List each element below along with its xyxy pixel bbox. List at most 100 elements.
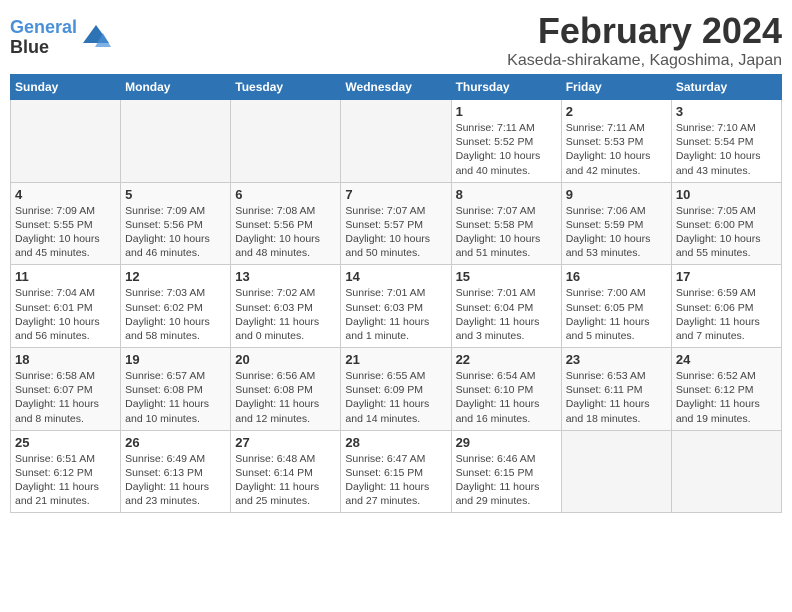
day-cell: 4 Sunrise: 7:09 AM Sunset: 5:55 PM Daylig… <box>11 182 121 265</box>
day-info: Sunrise: 7:09 AM Sunset: 5:55 PM Dayligh… <box>15 204 116 261</box>
day-cell <box>231 100 341 183</box>
day-info: Sunrise: 7:01 AM Sunset: 6:03 PM Dayligh… <box>345 286 446 343</box>
day-cell: 19 Sunrise: 6:57 AM Sunset: 6:08 PM Dayli… <box>121 348 231 431</box>
day-number: 20 <box>235 352 336 367</box>
day-number: 26 <box>125 435 226 450</box>
day-cell <box>11 100 121 183</box>
day-number: 12 <box>125 269 226 284</box>
day-cell: 14 Sunrise: 7:01 AM Sunset: 6:03 PM Dayli… <box>341 265 451 348</box>
day-info: Sunrise: 7:07 AM Sunset: 5:58 PM Dayligh… <box>456 204 557 261</box>
day-cell: 27Sunrise: 6:48 AM Sunset: 6:14 PM Dayli… <box>231 430 341 513</box>
header-cell-wednesday: Wednesday <box>341 75 451 100</box>
day-info: Sunrise: 7:06 AM Sunset: 5:59 PM Dayligh… <box>566 204 667 261</box>
day-number: 1 <box>456 104 557 119</box>
day-cell: 8 Sunrise: 7:07 AM Sunset: 5:58 PM Daylig… <box>451 182 561 265</box>
day-number: 4 <box>15 187 116 202</box>
day-info: Sunrise: 6:51 AM Sunset: 6:12 PM Dayligh… <box>15 452 116 509</box>
day-cell <box>561 430 671 513</box>
day-info: Sunrise: 7:05 AM Sunset: 6:00 PM Dayligh… <box>676 204 777 261</box>
day-number: 11 <box>15 269 116 284</box>
header-cell-tuesday: Tuesday <box>231 75 341 100</box>
day-cell: 1 Sunrise: 7:11 AM Sunset: 5:52 PM Daylig… <box>451 100 561 183</box>
day-info: Sunrise: 6:56 AM Sunset: 6:08 PM Dayligh… <box>235 369 336 426</box>
day-number: 10 <box>676 187 777 202</box>
day-info: Sunrise: 7:01 AM Sunset: 6:04 PM Dayligh… <box>456 286 557 343</box>
day-cell: 16 Sunrise: 7:00 AM Sunset: 6:05 PM Dayli… <box>561 265 671 348</box>
header-cell-friday: Friday <box>561 75 671 100</box>
day-cell <box>671 430 781 513</box>
day-info: Sunrise: 7:09 AM Sunset: 5:56 PM Dayligh… <box>125 204 226 261</box>
header-cell-sunday: Sunday <box>11 75 121 100</box>
day-info: Sunrise: 7:07 AM Sunset: 5:57 PM Dayligh… <box>345 204 446 261</box>
day-info: Sunrise: 7:11 AM Sunset: 5:52 PM Dayligh… <box>456 121 557 178</box>
day-cell: 10 Sunrise: 7:05 AM Sunset: 6:00 PM Dayli… <box>671 182 781 265</box>
day-cell: 29 Sunrise: 6:46 AM Sunset: 6:15 PM Dayli… <box>451 430 561 513</box>
day-info: Sunrise: 7:00 AM Sunset: 6:05 PM Dayligh… <box>566 286 667 343</box>
day-cell: 3 Sunrise: 7:10 AM Sunset: 5:54 PM Daylig… <box>671 100 781 183</box>
week-row-4: 25 Sunrise: 6:51 AM Sunset: 6:12 PM Dayli… <box>11 430 782 513</box>
week-row-2: 11Sunrise: 7:04 AM Sunset: 6:01 PM Dayli… <box>11 265 782 348</box>
day-cell <box>121 100 231 183</box>
day-number: 23 <box>566 352 667 367</box>
day-number: 24 <box>676 352 777 367</box>
day-number: 18 <box>15 352 116 367</box>
day-info: Sunrise: 7:03 AM Sunset: 6:02 PM Dayligh… <box>125 286 226 343</box>
day-number: 2 <box>566 104 667 119</box>
day-number: 17 <box>676 269 777 284</box>
day-number: 19 <box>125 352 226 367</box>
day-cell: 15 Sunrise: 7:01 AM Sunset: 6:04 PM Dayli… <box>451 265 561 348</box>
day-cell: 5 Sunrise: 7:09 AM Sunset: 5:56 PM Daylig… <box>121 182 231 265</box>
day-info: Sunrise: 7:08 AM Sunset: 5:56 PM Dayligh… <box>235 204 336 261</box>
day-info: Sunrise: 6:58 AM Sunset: 6:07 PM Dayligh… <box>15 369 116 426</box>
day-cell: 22 Sunrise: 6:54 AM Sunset: 6:10 PM Dayli… <box>451 348 561 431</box>
header-cell-saturday: Saturday <box>671 75 781 100</box>
day-cell: 23 Sunrise: 6:53 AM Sunset: 6:11 PM Dayli… <box>561 348 671 431</box>
day-number: 9 <box>566 187 667 202</box>
week-row-3: 18 Sunrise: 6:58 AM Sunset: 6:07 PM Dayli… <box>11 348 782 431</box>
day-cell: 6Sunrise: 7:08 AM Sunset: 5:56 PM Daylig… <box>231 182 341 265</box>
day-number: 25 <box>15 435 116 450</box>
day-cell: 7 Sunrise: 7:07 AM Sunset: 5:57 PM Daylig… <box>341 182 451 265</box>
day-info: Sunrise: 6:54 AM Sunset: 6:10 PM Dayligh… <box>456 369 557 426</box>
day-number: 7 <box>345 187 446 202</box>
day-info: Sunrise: 7:11 AM Sunset: 5:53 PM Dayligh… <box>566 121 667 178</box>
day-number: 13 <box>235 269 336 284</box>
header-cell-monday: Monday <box>121 75 231 100</box>
day-number: 14 <box>345 269 446 284</box>
calendar-header: SundayMondayTuesdayWednesdayThursdayFrid… <box>11 75 782 100</box>
day-cell: 2 Sunrise: 7:11 AM Sunset: 5:53 PM Daylig… <box>561 100 671 183</box>
day-info: Sunrise: 6:48 AM Sunset: 6:14 PM Dayligh… <box>235 452 336 509</box>
day-info: Sunrise: 6:52 AM Sunset: 6:12 PM Dayligh… <box>676 369 777 426</box>
day-cell: 17Sunrise: 6:59 AM Sunset: 6:06 PM Dayli… <box>671 265 781 348</box>
day-info: Sunrise: 6:49 AM Sunset: 6:13 PM Dayligh… <box>125 452 226 509</box>
title-section: February 2024 Kaseda-shirakame, Kagoshim… <box>507 10 782 70</box>
day-number: 16 <box>566 269 667 284</box>
day-info: Sunrise: 6:57 AM Sunset: 6:08 PM Dayligh… <box>125 369 226 426</box>
day-info: Sunrise: 7:10 AM Sunset: 5:54 PM Dayligh… <box>676 121 777 178</box>
calendar-body: 1 Sunrise: 7:11 AM Sunset: 5:52 PM Daylig… <box>11 100 782 513</box>
day-number: 5 <box>125 187 226 202</box>
day-cell: 28Sunrise: 6:47 AM Sunset: 6:15 PM Dayli… <box>341 430 451 513</box>
day-number: 29 <box>456 435 557 450</box>
week-row-1: 4 Sunrise: 7:09 AM Sunset: 5:55 PM Daylig… <box>11 182 782 265</box>
day-cell <box>341 100 451 183</box>
day-number: 3 <box>676 104 777 119</box>
day-info: Sunrise: 6:47 AM Sunset: 6:15 PM Dayligh… <box>345 452 446 509</box>
day-number: 22 <box>456 352 557 367</box>
day-cell: 24 Sunrise: 6:52 AM Sunset: 6:12 PM Dayli… <box>671 348 781 431</box>
header-cell-thursday: Thursday <box>451 75 561 100</box>
day-cell: 13Sunrise: 7:02 AM Sunset: 6:03 PM Dayli… <box>231 265 341 348</box>
page-subtitle: Kaseda-shirakame, Kagoshima, Japan <box>507 52 782 70</box>
day-cell: 26 Sunrise: 6:49 AM Sunset: 6:13 PM Dayli… <box>121 430 231 513</box>
day-cell: 11Sunrise: 7:04 AM Sunset: 6:01 PM Dayli… <box>11 265 121 348</box>
day-info: Sunrise: 6:55 AM Sunset: 6:09 PM Dayligh… <box>345 369 446 426</box>
logo-text: GeneralBlue <box>10 18 77 58</box>
day-number: 15 <box>456 269 557 284</box>
header-row: SundayMondayTuesdayWednesdayThursdayFrid… <box>11 75 782 100</box>
day-number: 8 <box>456 187 557 202</box>
week-row-0: 1 Sunrise: 7:11 AM Sunset: 5:52 PM Daylig… <box>11 100 782 183</box>
day-cell: 21Sunrise: 6:55 AM Sunset: 6:09 PM Dayli… <box>341 348 451 431</box>
day-info: Sunrise: 6:46 AM Sunset: 6:15 PM Dayligh… <box>456 452 557 509</box>
day-cell: 20 Sunrise: 6:56 AM Sunset: 6:08 PM Dayli… <box>231 348 341 431</box>
day-info: Sunrise: 6:53 AM Sunset: 6:11 PM Dayligh… <box>566 369 667 426</box>
